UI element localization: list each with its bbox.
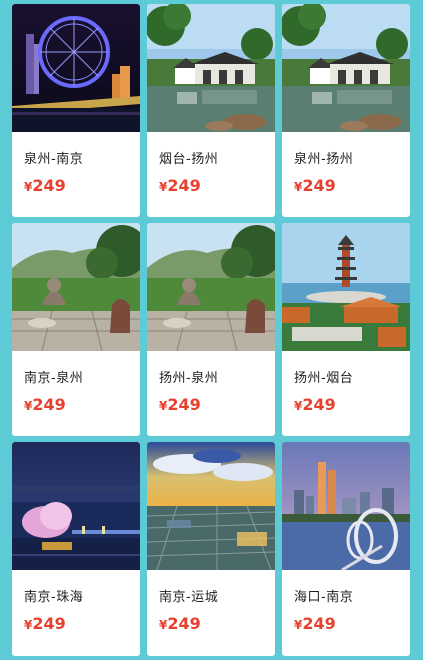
route-price: ¥249 [294, 614, 336, 633]
route-price: ¥249 [159, 395, 201, 414]
route-card[interactable]: 南京-珠海 ¥249 [12, 442, 140, 656]
route-card[interactable]: 南京-运城 ¥249 [147, 442, 275, 656]
route-card[interactable]: 烟台-扬州 ¥249 [147, 4, 275, 217]
night-bay-opera-photo [12, 442, 140, 570]
route-price: ¥249 [24, 395, 66, 414]
route-title: 南京-运城 [159, 590, 219, 605]
garden-pavilion-photo [282, 4, 410, 132]
route-title: 泉州-南京 [24, 152, 84, 167]
route-price: ¥249 [294, 176, 336, 195]
route-title: 扬州-泉州 [159, 371, 219, 386]
route-card[interactable]: 泉州-扬州 ¥249 [282, 4, 410, 217]
night-ferris-wheel-photo [12, 4, 140, 132]
city-skyline-ring-photo [282, 442, 410, 570]
route-card[interactable]: 海口-南京 ¥249 [282, 442, 410, 656]
salt-lake-sunset-photo [147, 442, 275, 570]
route-title: 海口-南京 [294, 590, 354, 605]
route-title: 南京-泉州 [24, 371, 84, 386]
route-price: ¥249 [159, 176, 201, 195]
stone-statue-park-photo [12, 223, 140, 351]
route-card[interactable]: 南京-泉州 ¥249 [12, 223, 140, 436]
route-title: 扬州-烟台 [294, 371, 354, 386]
route-price: ¥249 [159, 614, 201, 633]
route-title: 南京-珠海 [24, 590, 84, 605]
route-grid: 泉州-南京 ¥249 烟台-扬州 ¥249 泉州-扬州 ¥249 南京-泉州 ¥… [0, 0, 423, 660]
route-price: ¥249 [24, 176, 66, 195]
route-title: 泉州-扬州 [294, 152, 354, 167]
route-card[interactable]: 泉州-南京 ¥249 [12, 4, 140, 217]
stone-statue-park-photo [147, 223, 275, 351]
route-price: ¥249 [294, 395, 336, 414]
pagoda-island-photo [282, 223, 410, 351]
route-card[interactable]: 扬州-泉州 ¥249 [147, 223, 275, 436]
garden-pavilion-photo [147, 4, 275, 132]
route-card[interactable]: 扬州-烟台 ¥249 [282, 223, 410, 436]
route-price: ¥249 [24, 614, 66, 633]
route-title: 烟台-扬州 [159, 152, 219, 167]
